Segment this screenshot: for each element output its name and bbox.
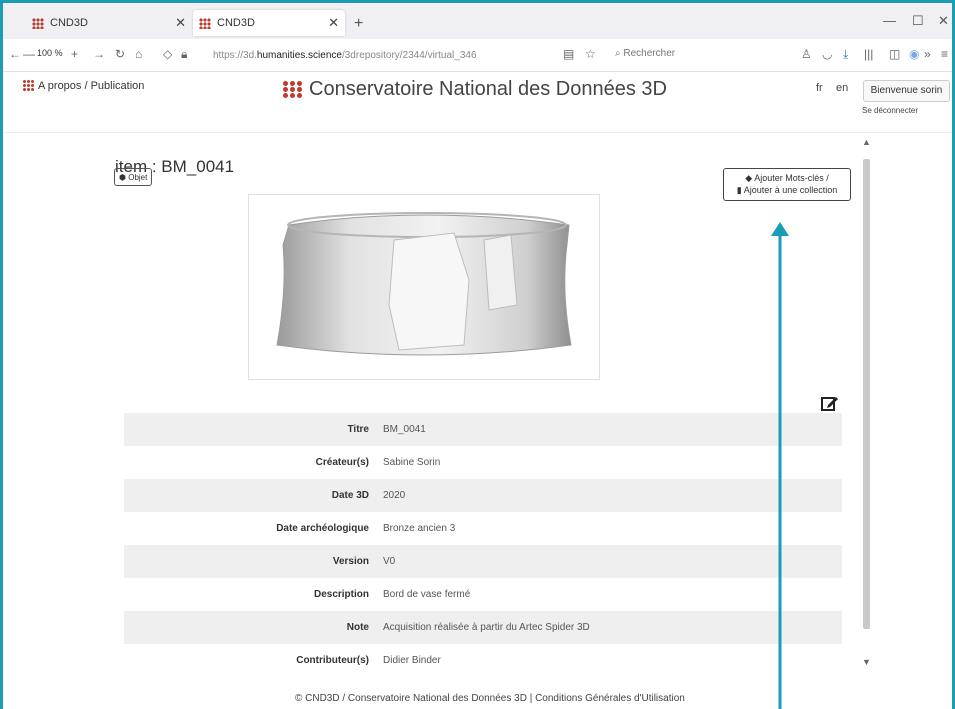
minimize-icon[interactable]: — <box>883 13 896 28</box>
object-type-badge[interactable]: ⬢ Objet <box>114 168 153 186</box>
tab-label: CND3D <box>50 17 88 29</box>
zoom-level[interactable]: 100 % <box>37 48 63 58</box>
forward-icon[interactable]: → <box>93 47 105 61</box>
metadata-row: Description Bord de vase fermé <box>124 578 842 611</box>
site-favicon-icon <box>32 17 44 29</box>
collection-icon: ▮ <box>736 185 742 195</box>
add-keywords-collection-button[interactable]: ◆ Ajouter Mots-clés / ▮ Ajouter à une co… <box>723 168 851 201</box>
vase-rim-model-image <box>276 212 572 356</box>
metadata-key: Créateur(s) <box>315 457 369 468</box>
tab-close-icon[interactable]: ✕ <box>328 15 339 31</box>
sidebar-icon[interactable]: ◫ <box>889 47 900 61</box>
lang-en-link[interactable]: en <box>836 82 848 94</box>
metadata-row: Date archéologique Bronze ancien 3 <box>124 512 842 545</box>
metadata-row: Titre BM_0041 <box>124 413 842 446</box>
metadata-row: Version V0 <box>124 545 842 578</box>
url-path: /3drepository/2344/virtual_346 <box>341 49 477 61</box>
browser-tab-1[interactable]: CND3D ✕ <box>32 10 192 36</box>
cube-icon: ⬢ <box>119 172 126 182</box>
browser-tab-bar: CND3D ✕ CND3D ✕ + — ☐ ✕ <box>3 3 952 39</box>
overflow-icon[interactable]: » <box>924 47 931 61</box>
metadata-key: Date archéologique <box>276 523 369 534</box>
3d-model-viewer[interactable] <box>248 194 600 380</box>
metadata-row: Créateur(s) Sabine Sorin <box>124 446 842 479</box>
browser-nav-bar: ← — 100 % + → ↻ ⌂ ◇ 🔒︎ https://3d. humani… <box>3 39 952 72</box>
site-title-text: Conservatoire National des Données 3D <box>309 78 667 100</box>
lang-fr-link[interactable]: fr <box>816 82 823 94</box>
metadata-key: Date 3D <box>331 490 369 501</box>
metadata-table: Titre BM_0041 Créateur(s) Sabine Sorin Date … <box>124 413 842 677</box>
url-domain: humanities.science <box>256 49 342 61</box>
scroll-up-icon[interactable]: ▲ <box>862 137 871 147</box>
about-link[interactable]: A propos / Publication <box>23 80 144 92</box>
welcome-button[interactable]: Bienvenue sorin <box>863 80 950 102</box>
metadata-key: Titre <box>347 424 370 435</box>
metadata-key: Version <box>332 556 369 567</box>
metadata-key: Note <box>346 622 369 633</box>
url-prefix: https://3d. <box>213 49 257 61</box>
search-placeholder: Rechercher <box>623 48 676 59</box>
back-icon[interactable]: ← <box>9 47 21 61</box>
collection-label: Ajouter à une collection <box>743 185 838 195</box>
footer-text: © CND3D / Conservatoire National des Don… <box>295 693 685 704</box>
account-icon[interactable]: ♙ <box>801 47 812 61</box>
content-scrollbar[interactable]: ▲ ▼ <box>861 137 873 672</box>
browser-tab-2-active[interactable]: CND3D ✕ <box>193 10 345 36</box>
bookmark-star-icon[interactable]: ☆ <box>585 47 596 61</box>
menu-icon[interactable]: ≡ <box>941 47 948 61</box>
tab-label: CND3D <box>217 17 255 29</box>
cnd3d-logo-icon <box>23 80 36 92</box>
search-field[interactable]: ⌕ Rechercher <box>615 48 675 59</box>
reload-icon[interactable]: ↻ <box>115 47 125 61</box>
metadata-row: Date 3D 2020 <box>124 479 842 512</box>
window-close-icon[interactable]: ✕ <box>938 13 949 29</box>
library-icon[interactable]: ||| <box>864 47 873 61</box>
site-header: A propos / Publication Conservatoire Nat… <box>3 72 952 133</box>
about-label: A propos / Publication <box>38 80 145 92</box>
web-page: A propos / Publication Conservatoire Nat… <box>3 72 952 709</box>
site-favicon-icon <box>199 17 211 29</box>
home-icon[interactable]: ⌂ <box>135 47 142 61</box>
zoom-in-icon[interactable]: + <box>71 47 78 61</box>
metadata-row: Contributeur(s) Didier Binder <box>124 644 842 677</box>
logout-link[interactable]: Se déconnecter <box>862 106 918 115</box>
metadata-row: Note Acquisition réalisée à partir du Art… <box>124 611 842 644</box>
extension-icon[interactable]: ◉ <box>909 47 919 61</box>
site-title: Conservatoire National des Données 3D <box>283 78 667 101</box>
metadata-key: Contributeur(s) <box>296 655 369 666</box>
new-tab-icon[interactable]: + <box>354 15 363 33</box>
scroll-thumb[interactable] <box>863 159 870 629</box>
download-icon[interactable]: ⤓ <box>843 47 848 62</box>
url-field[interactable]: https://3d. humanities.science/3dreposito… <box>213 44 558 66</box>
reader-view-icon[interactable]: ▤ <box>563 47 574 61</box>
shield-icon[interactable]: ◇ <box>163 47 172 61</box>
edit-icon[interactable] <box>821 394 839 412</box>
annotation-arrow-icon <box>771 222 789 709</box>
metadata-key: Description <box>313 589 369 600</box>
zoom-out-icon[interactable]: — <box>23 47 35 61</box>
tag-icon: ◆ <box>745 173 753 183</box>
pocket-icon[interactable]: ◡ <box>822 47 832 61</box>
cnd3d-logo-icon <box>283 80 303 99</box>
keywords-label: Ajouter Mots-clés / <box>754 173 829 183</box>
lock-icon: 🔒︎ <box>181 47 188 61</box>
object-type-label: Objet <box>128 172 148 182</box>
scroll-down-icon[interactable]: ▼ <box>862 657 871 667</box>
tab-close-icon[interactable]: ✕ <box>175 15 186 31</box>
maximize-icon[interactable]: ☐ <box>912 13 924 29</box>
